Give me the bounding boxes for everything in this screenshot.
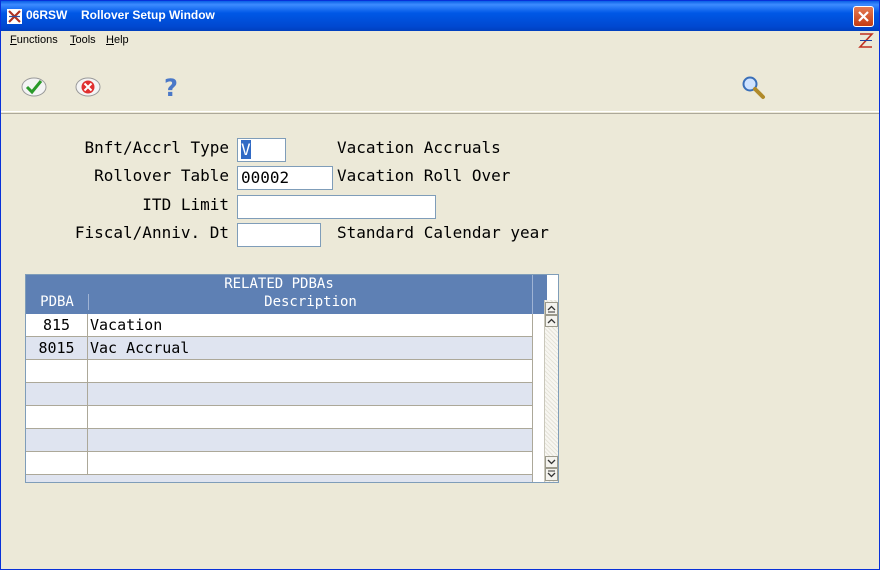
chevron-up-icon bbox=[547, 318, 556, 324]
window-title: Rollover Setup Window bbox=[81, 8, 215, 22]
table-row bbox=[26, 475, 532, 482]
magnifier-icon bbox=[742, 76, 765, 99]
itd-limit-label: ITD Limit bbox=[142, 195, 229, 214]
table-row[interactable] bbox=[26, 406, 532, 429]
close-button[interactable] bbox=[853, 6, 874, 27]
close-icon bbox=[858, 11, 869, 22]
grid-vertical-scrollbar[interactable] bbox=[544, 300, 558, 482]
menu-tools-label: ools bbox=[75, 34, 96, 46]
checkmark-icon bbox=[21, 77, 47, 97]
column-header-description[interactable]: Description bbox=[88, 294, 532, 310]
benefit-type-description: Vacation Accruals bbox=[337, 138, 501, 157]
menu-help[interactable]: Help bbox=[106, 34, 129, 46]
menu-tools[interactable]: Tools bbox=[70, 34, 96, 46]
description-cell: Vac Accrual bbox=[90, 339, 190, 357]
itd-limit-input[interactable] bbox=[237, 195, 436, 219]
fiscal-anniv-description: Standard Calendar year bbox=[337, 223, 549, 242]
app-logo-icon bbox=[858, 33, 874, 48]
description-cell bbox=[90, 383, 530, 405]
app-icon bbox=[7, 9, 22, 24]
search-button[interactable] bbox=[739, 73, 767, 101]
menu-help-label: elp bbox=[113, 34, 129, 46]
scroll-up-button[interactable] bbox=[545, 302, 558, 315]
benefit-type-input[interactable]: V bbox=[237, 138, 286, 162]
description-cell bbox=[90, 360, 530, 382]
grid-header: RELATED PDBAs PDBA Description bbox=[26, 275, 532, 314]
title-bar[interactable]: 06RSW Rollover Setup Window bbox=[1, 1, 879, 31]
scroll-down-button[interactable] bbox=[545, 468, 558, 481]
description-cell bbox=[90, 429, 530, 451]
description-cell bbox=[90, 406, 530, 428]
table-row[interactable]: 815 Vacation bbox=[26, 314, 532, 337]
pdba-cell[interactable]: 815 bbox=[26, 314, 88, 336]
cancel-button[interactable] bbox=[74, 73, 102, 101]
rollover-setup-window: 06RSW Rollover Setup Window Functions To… bbox=[0, 0, 880, 570]
pdba-cell[interactable]: 8015 bbox=[26, 337, 88, 359]
table-row[interactable] bbox=[26, 383, 532, 406]
rollover-table-description: Vacation Roll Over bbox=[337, 166, 511, 185]
scroll-top-arrow-icon bbox=[547, 305, 556, 313]
related-pdbas-grid: RELATED PDBAs PDBA Description 815 Vacat… bbox=[25, 274, 559, 483]
pdba-cell[interactable] bbox=[26, 360, 88, 382]
description-cell bbox=[90, 452, 530, 474]
description-cell: Vacation bbox=[90, 316, 163, 334]
help-button[interactable]: ? bbox=[157, 73, 185, 102]
chevron-down-icon bbox=[547, 459, 556, 465]
scroll-bottom-arrow-icon bbox=[547, 470, 556, 478]
x-cancel-icon bbox=[75, 77, 101, 97]
toolbar: ? bbox=[1, 51, 879, 112]
menu-bar: Functions Tools Help bbox=[1, 31, 879, 51]
question-mark-icon: ? bbox=[164, 74, 178, 102]
table-row[interactable] bbox=[26, 360, 532, 383]
svg-text:?: ? bbox=[164, 74, 178, 101]
fiscal-anniv-input[interactable] bbox=[237, 223, 321, 247]
ok-button[interactable] bbox=[21, 73, 49, 101]
app-code: 06RSW bbox=[26, 8, 68, 22]
table-row[interactable] bbox=[26, 452, 532, 475]
benefit-type-value: V bbox=[241, 140, 251, 159]
scroll-page-up-button[interactable] bbox=[545, 315, 558, 327]
pdba-cell[interactable] bbox=[26, 429, 88, 451]
grid-title: RELATED PDBAs bbox=[224, 276, 334, 292]
column-header-pdba[interactable]: PDBA bbox=[26, 294, 88, 310]
menu-help-accel: H bbox=[106, 34, 114, 46]
table-row[interactable]: 8015 Vac Accrual bbox=[26, 337, 532, 360]
menu-functions-label: unctions bbox=[16, 34, 58, 46]
scroll-page-down-button[interactable] bbox=[545, 456, 558, 468]
rollover-table-label: Rollover Table bbox=[94, 166, 229, 185]
menu-functions-accel: F bbox=[10, 34, 17, 46]
benefit-type-label: Bnft/Accrl Type bbox=[84, 138, 230, 157]
rollover-table-input[interactable]: 00002 bbox=[237, 166, 333, 190]
table-row[interactable] bbox=[26, 429, 532, 452]
fiscal-anniv-label: Fiscal/Anniv. Dt bbox=[74, 223, 229, 242]
pdba-cell[interactable] bbox=[26, 383, 88, 405]
menu-functions[interactable]: Functions bbox=[10, 34, 58, 46]
pdba-cell[interactable] bbox=[26, 452, 88, 474]
pdba-cell[interactable] bbox=[26, 406, 88, 428]
